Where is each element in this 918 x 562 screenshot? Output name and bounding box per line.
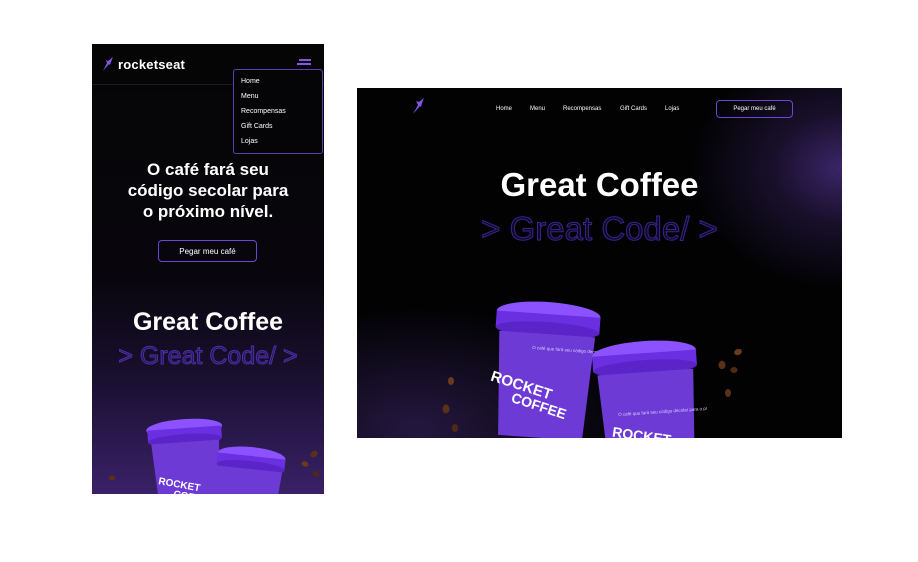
nav-link-home[interactable]: Home: [496, 106, 512, 112]
get-coffee-button[interactable]: Pegar meu café: [158, 240, 257, 262]
great-coffee-title: Great Coffee: [132, 308, 284, 336]
coffee-cup-image: O café que fará seu código decolar para …: [592, 340, 707, 438]
great-code-outline-text: > Great Code/ >: [118, 342, 298, 371]
menu-item-menu[interactable]: Menu: [241, 93, 259, 100]
get-coffee-button[interactable]: Pegar meu café: [716, 100, 793, 118]
headline-line: O café fará seu: [147, 160, 269, 179]
desktop-screen: Home Menu Recompensas Gift Cards Lojas P…: [357, 88, 842, 438]
great-coffee-title: Great Coffee: [500, 166, 699, 203]
nav-link-recompensas[interactable]: Recompensas: [563, 106, 601, 112]
coffee-cup-image: [216, 446, 286, 494]
hero-headline: O café fará seu código secolar para o pr…: [92, 159, 324, 222]
menu-item-recompensas[interactable]: Recompensas: [241, 108, 286, 115]
rocket-bird-icon: [103, 57, 113, 71]
coffee-beans-image: [718, 348, 742, 397]
coffee-beans-image: [442, 377, 459, 432]
nav-link-lojas[interactable]: Lojas: [665, 106, 679, 112]
menu-item-home[interactable]: Home: [241, 78, 260, 85]
coffee-beans-image: [301, 450, 320, 478]
rocketseat-logo[interactable]: rocketseat: [102, 56, 185, 72]
great-code-outline-text: > Great Code/ >: [481, 210, 719, 248]
mobile-screen: rocketseat Home Menu Recompensas Gift Ca…: [92, 44, 324, 494]
nav-link-gift-cards[interactable]: Gift Cards: [620, 106, 647, 112]
headline-line: código secolar para: [127, 181, 289, 200]
rocket-bird-logo-icon[interactable]: [412, 97, 426, 115]
coffee-bean-image: [108, 475, 116, 481]
logo-wordmark: rocketseat: [118, 56, 186, 72]
mobile-dropdown-menu: Home Menu Recompensas Gift Cards Lojas: [233, 69, 323, 154]
menu-item-gift-cards[interactable]: Gift Cards: [241, 123, 273, 130]
menu-item-lojas[interactable]: Lojas: [241, 138, 258, 145]
headline-line: o próximo nível.: [142, 202, 274, 221]
nav-link-menu[interactable]: Menu: [530, 106, 545, 112]
hamburger-menu-icon[interactable]: [297, 58, 311, 66]
